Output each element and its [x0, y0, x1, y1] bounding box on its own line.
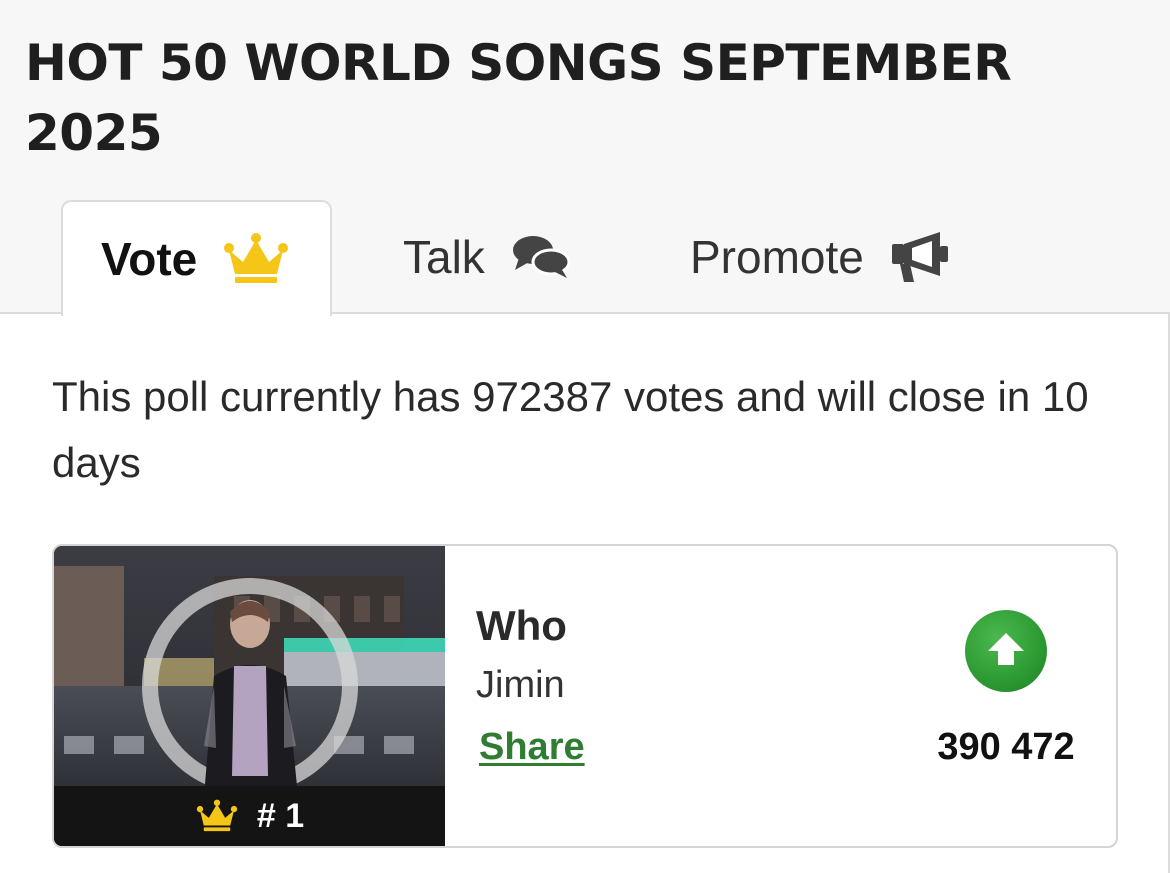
tab-talk-label: Talk [403, 230, 485, 283]
share-link[interactable]: Share [479, 726, 585, 769]
rank-label: # 1 [256, 796, 305, 835]
page: HOT 50 WORLD SONGS SEPTEMBER 2025 Vote T… [0, 0, 1170, 873]
song-card: # 1 Who Jimin Share 390 472 [52, 544, 1118, 848]
poll-info-text: This poll currently has 972387 votes and… [52, 373, 1089, 486]
tab-promote-label: Promote [690, 230, 864, 283]
crown-icon [195, 799, 239, 833]
song-artist: Jimin [476, 664, 565, 706]
arrow-up-icon [984, 627, 1028, 676]
tab-vote[interactable]: Vote [61, 200, 332, 316]
vote-count: 390 472 [937, 726, 1075, 768]
rank-badge: # 1 [54, 786, 445, 846]
vote-panel: This poll currently has 972387 votes and… [0, 312, 1170, 873]
song-title: Who [476, 602, 567, 649]
crown-icon [223, 232, 289, 286]
tab-vote-label: Vote [101, 233, 198, 285]
tab-bar: Vote Talk Promote [0, 200, 1170, 316]
megaphone-icon [890, 230, 950, 284]
upvote-button[interactable] [965, 610, 1047, 692]
song-thumbnail[interactable]: # 1 [54, 546, 445, 846]
chat-bubbles-icon [511, 232, 571, 282]
tab-talk[interactable]: Talk [403, 200, 571, 313]
tab-promote[interactable]: Promote [690, 200, 950, 313]
page-title: HOT 50 WORLD SONGS SEPTEMBER 2025 [25, 34, 1012, 162]
